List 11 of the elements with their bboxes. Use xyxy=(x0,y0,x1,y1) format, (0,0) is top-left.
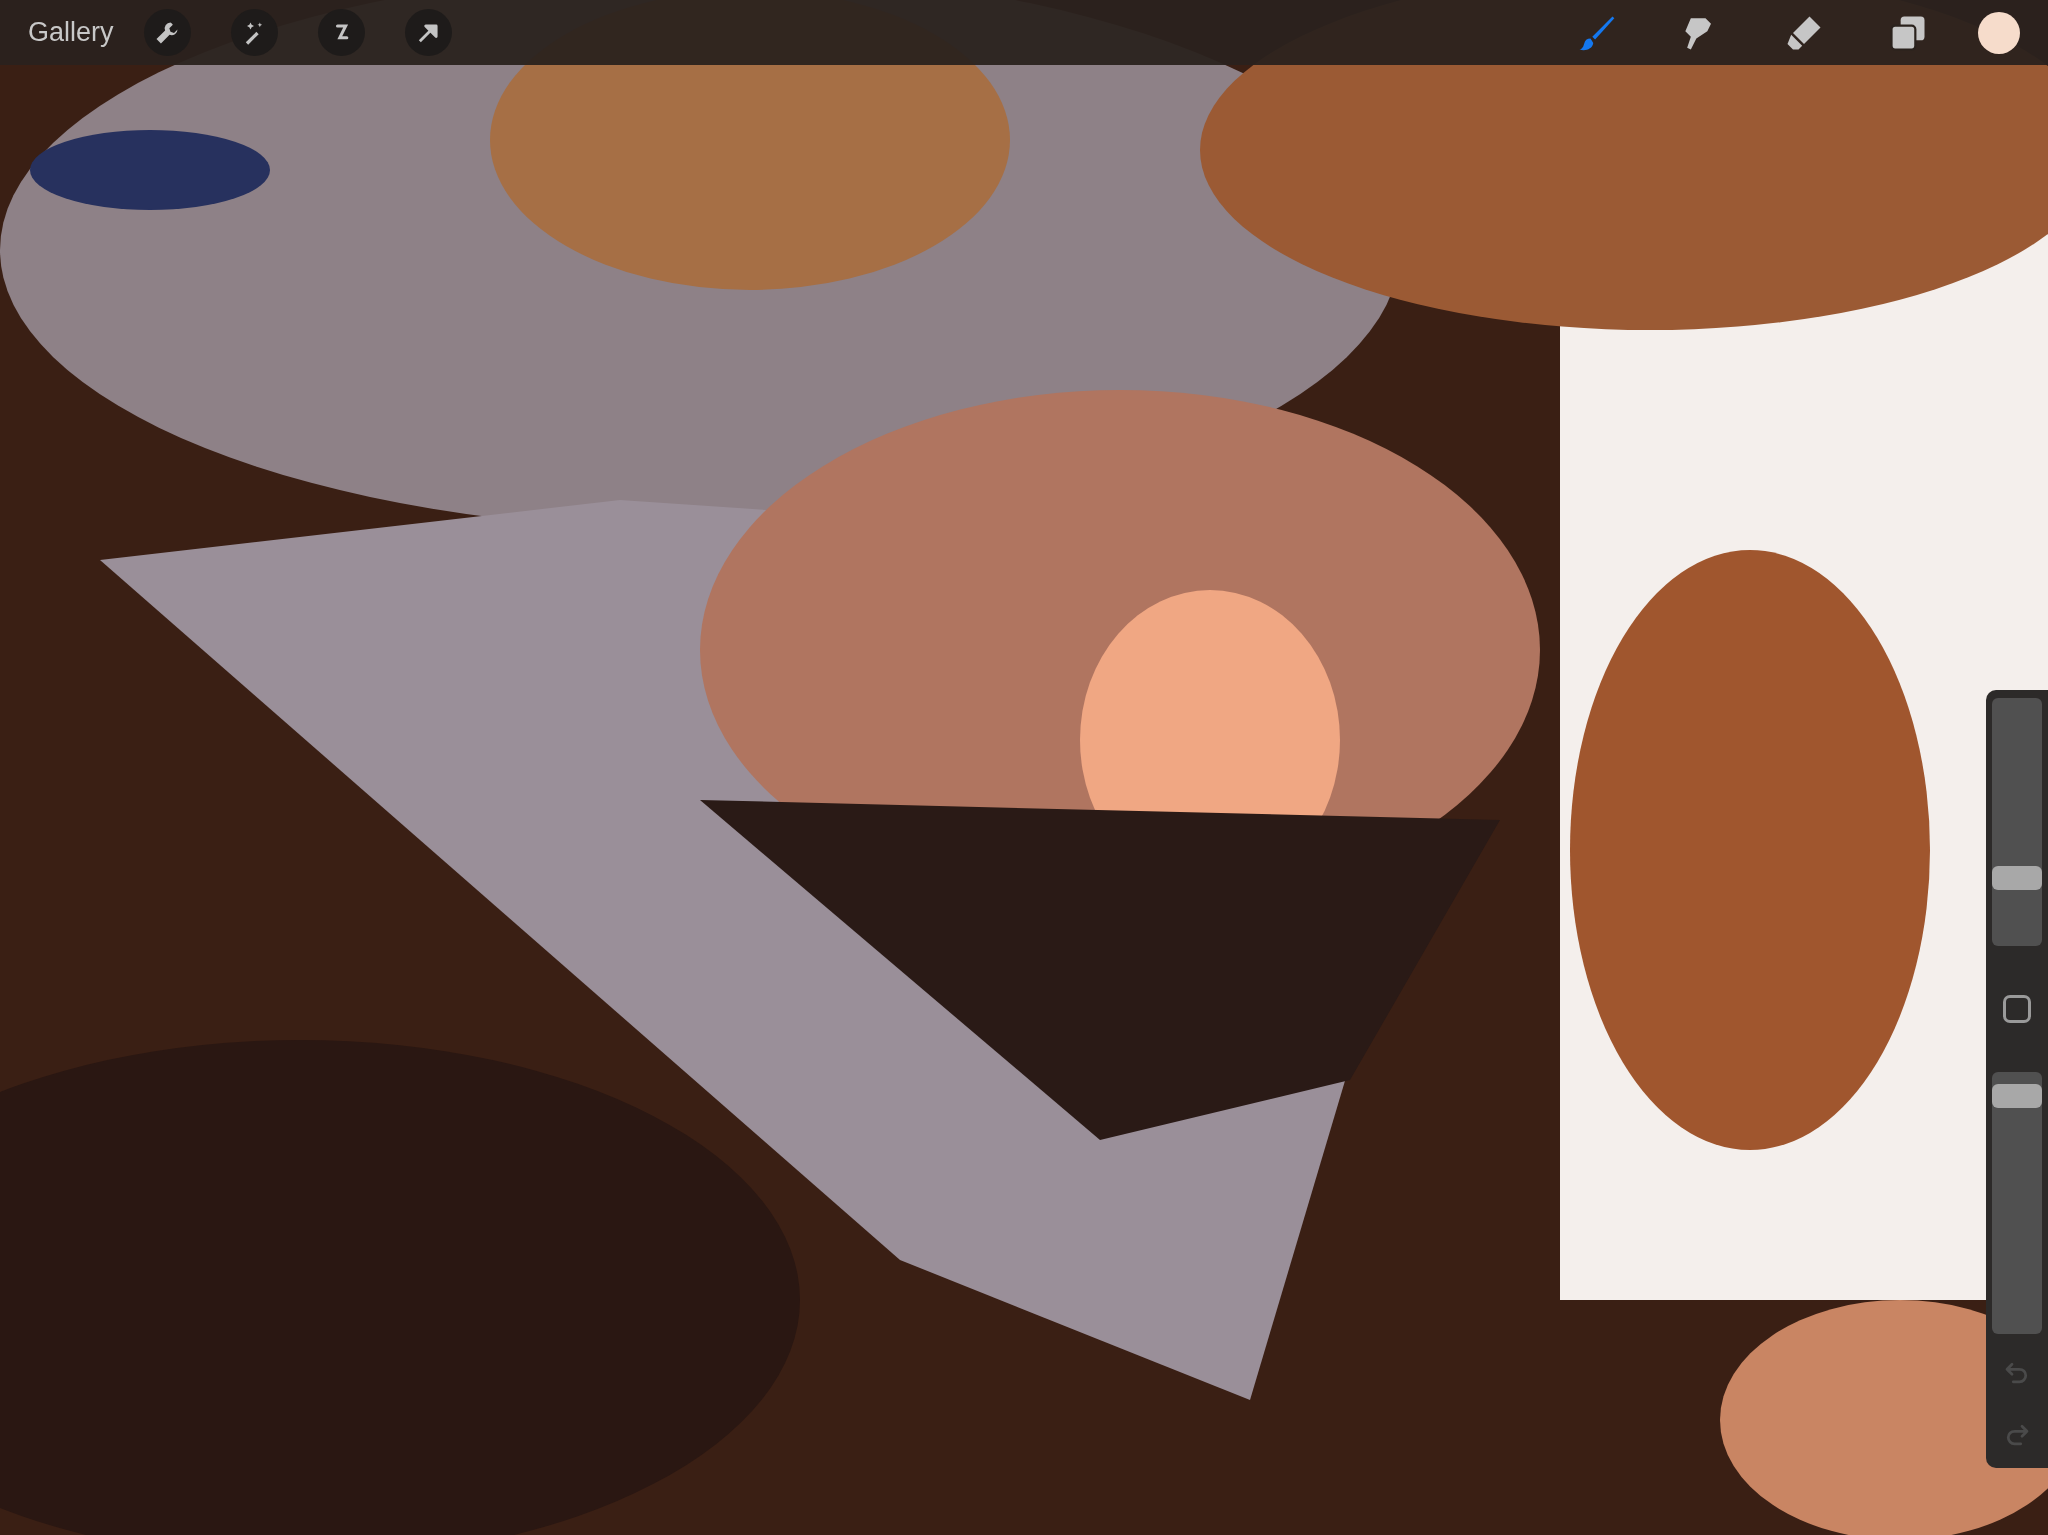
actions-button[interactable] xyxy=(143,9,191,56)
modify-button[interactable] xyxy=(2003,995,2031,1023)
brush-size-slider[interactable] xyxy=(1992,698,2042,946)
slider-thumb[interactable] xyxy=(1992,866,2042,890)
gallery-link[interactable]: Gallery xyxy=(28,12,114,53)
selection-button[interactable] xyxy=(317,9,365,56)
opacity-slider[interactable] xyxy=(1992,1072,2042,1334)
color-swatch[interactable] xyxy=(1978,11,2020,54)
transform-button[interactable] xyxy=(404,9,452,56)
adjustments-button[interactable] xyxy=(230,9,278,56)
slider-thumb[interactable] xyxy=(1992,1083,2042,1108)
